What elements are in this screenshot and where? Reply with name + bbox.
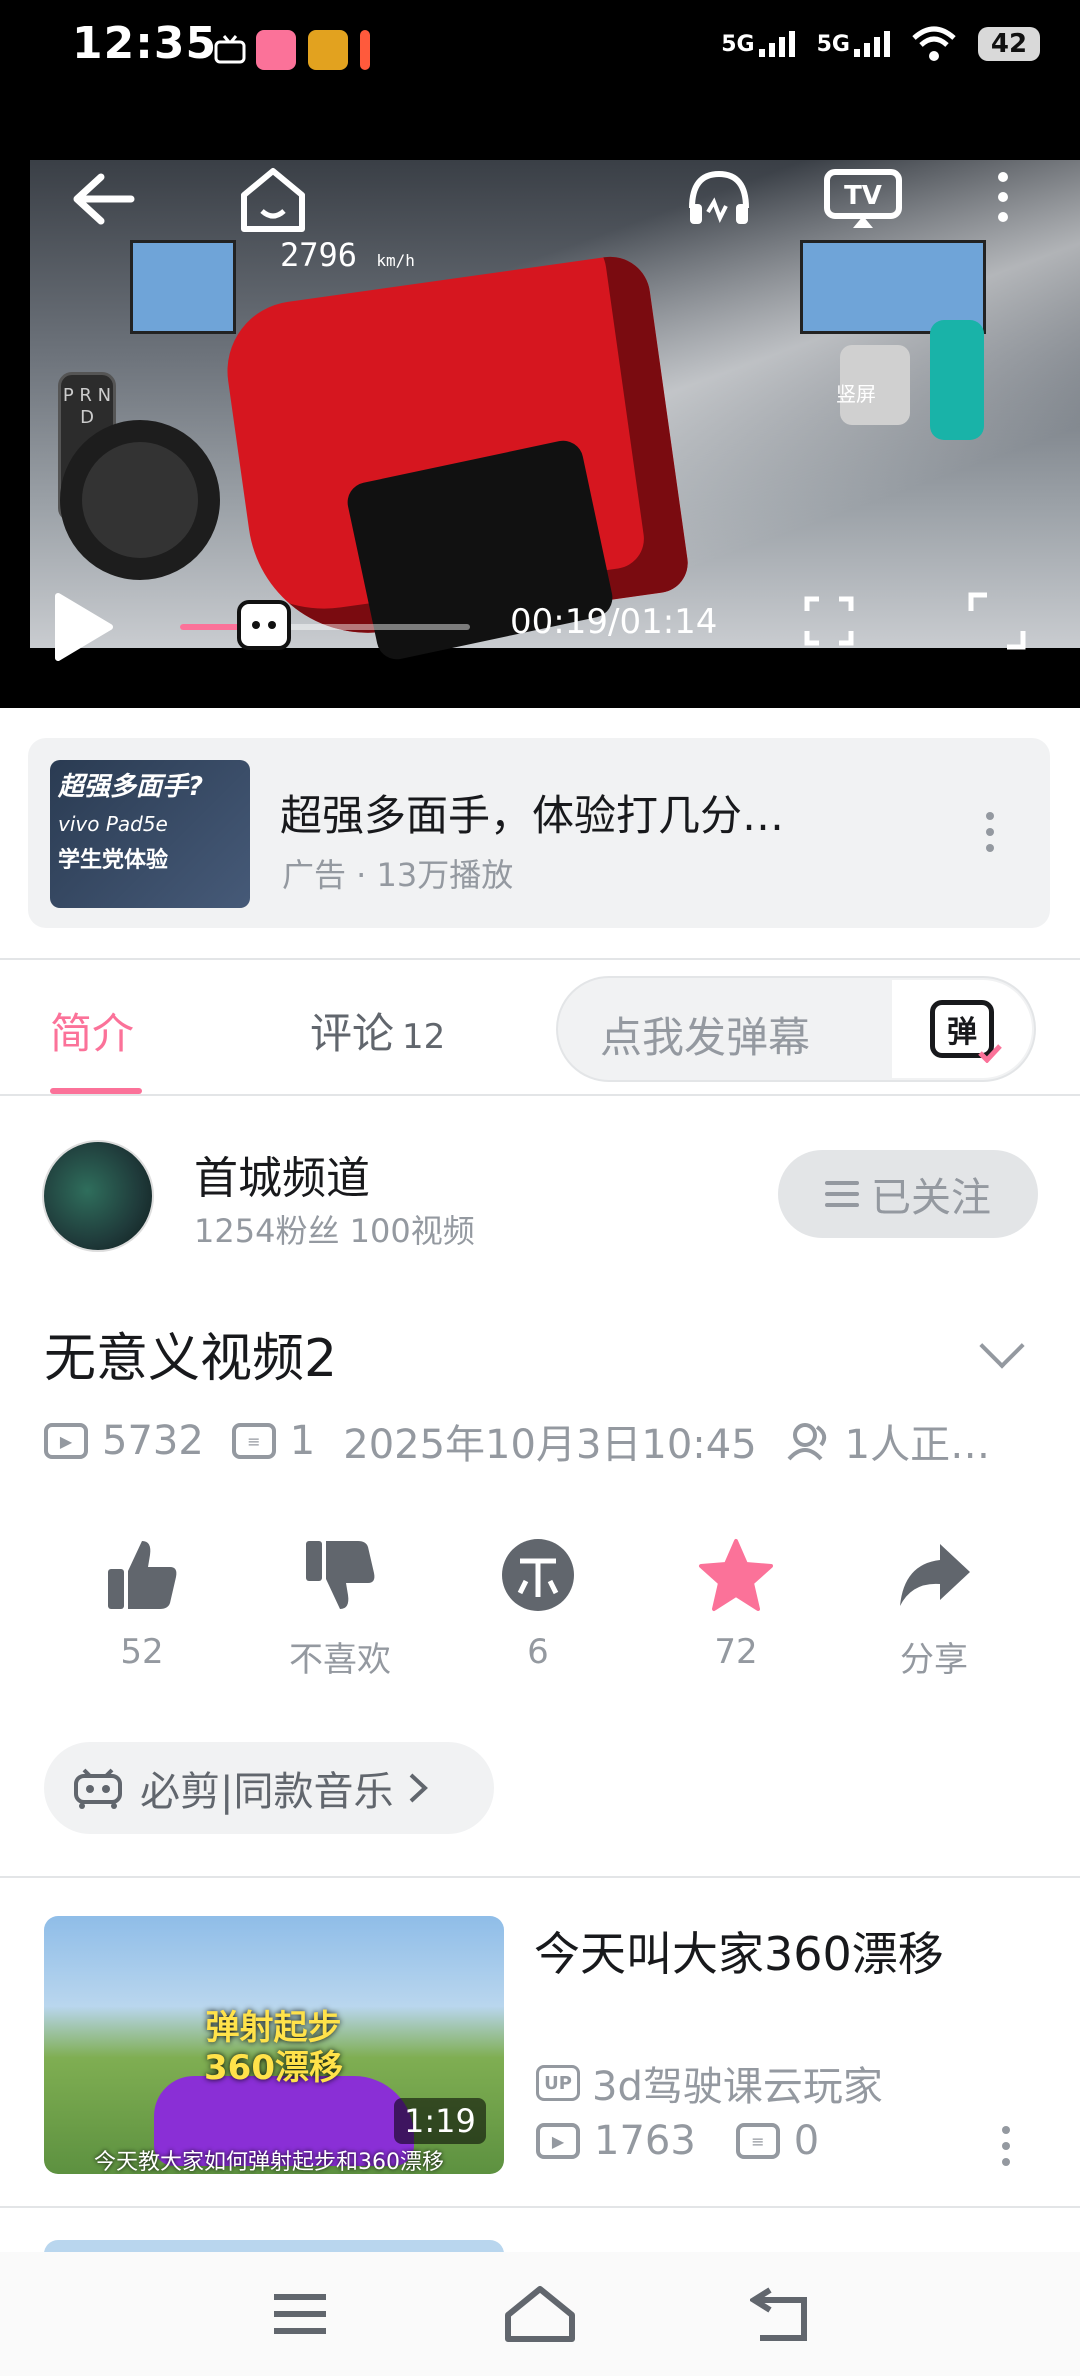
notification-app-icon: [360, 30, 370, 70]
related-video-uploader[interactable]: UP 3d驾驶课云玩家: [536, 2054, 883, 2112]
thumbnail-caption: 今天教大家如何弹射起步和360漂移: [94, 2150, 444, 2174]
battery-icon: 42: [978, 27, 1040, 61]
cast-tv-icon[interactable]: TV: [820, 160, 906, 242]
more-menu-icon[interactable]: [998, 172, 1008, 222]
uploader-stats: 1254粉丝 100视频: [194, 1212, 475, 1250]
coin-button[interactable]: 6: [458, 1530, 618, 1672]
ad-thumb-line: vivo Pad5e: [58, 812, 168, 836]
danmaku-count: 1: [289, 1418, 316, 1464]
related-danmaku-count: 0: [793, 2118, 820, 2164]
share-button[interactable]: 分享: [854, 1530, 1014, 1681]
like-button[interactable]: 52: [62, 1530, 222, 1672]
viewers-icon: [787, 1423, 826, 1461]
portrait-label: 竖屏: [836, 382, 876, 406]
related-view-count: 1763: [594, 2118, 696, 2164]
music-pill[interactable]: 必剪|同款音乐: [44, 1742, 494, 1834]
publish-date: 2025年10月3日10:45: [343, 1422, 757, 1468]
bicut-icon: [74, 1768, 122, 1809]
related-video-stats: ▶ 1763 ≡ 0: [536, 2118, 819, 2164]
danmaku-count-icon: ≡: [231, 1423, 276, 1459]
svg-text:TV: TV: [844, 181, 882, 211]
danmaku-placeholder: 点我发弹幕: [600, 1013, 811, 1062]
music-pill-label: 必剪|同款音乐: [140, 1769, 394, 1815]
follow-label: 已关注: [871, 1175, 991, 1221]
dislike-label: 不喜欢: [289, 1640, 391, 1680]
coin-icon: [458, 1530, 618, 1620]
watching-count: 1人正…: [844, 1422, 991, 1468]
tab-comments[interactable]: 评论 12: [310, 1000, 445, 1061]
uploader-avatar[interactable]: [42, 1140, 154, 1252]
ad-thumbnail[interactable]: 超强多面手? vivo Pad5e 学生党体验: [50, 760, 250, 908]
signal-icon: 5G: [721, 31, 795, 57]
view-count: 5732: [102, 1418, 204, 1464]
like-icon: [62, 1530, 222, 1620]
headphones-icon[interactable]: [676, 160, 762, 242]
video-title: 无意义视频2: [44, 1329, 338, 1389]
uploader-name[interactable]: 首城频道: [194, 1142, 370, 1206]
thumbnail-overlay-text: 弹射起步 360漂移: [204, 2008, 343, 2088]
video-player[interactable]: P R N D 竖屏 2796 km/h TV 00:19/01:14: [0, 160, 1080, 708]
ad-thumb-line: 学生党体验: [58, 848, 169, 873]
share-label: 分享: [900, 1640, 968, 1680]
chevron-down-icon[interactable]: [979, 1323, 1025, 1369]
gas-pedal: [930, 320, 984, 440]
signal-icon: 5G: [817, 31, 890, 57]
notification-app-icon: [308, 30, 348, 70]
status-right: 5G 5G 42: [721, 26, 1040, 62]
views-icon: ▶: [44, 1423, 88, 1459]
favorite-count: 72: [714, 1632, 758, 1672]
progress-thumb[interactable]: [237, 600, 291, 650]
danmaku-settings-button[interactable]: 弹: [892, 980, 1032, 1078]
dislike-icon: [260, 1530, 420, 1620]
divider: [0, 2206, 1080, 2208]
dislike-button[interactable]: 不喜欢: [260, 1530, 420, 1681]
tv-app-icon: [210, 30, 250, 70]
back-nav-icon[interactable]: [740, 2284, 820, 2344]
coin-count: 6: [527, 1632, 549, 1672]
divider: [0, 1876, 1080, 1878]
video-meta: ▶ 5732 ≡ 1 2025年10月3日10:45 1人正…: [44, 1412, 990, 1470]
fullscreen-icon[interactable]: [954, 578, 1040, 664]
share-icon: [854, 1530, 1014, 1620]
mirror-view: [130, 240, 236, 334]
back-arrow-icon[interactable]: [60, 160, 146, 242]
home-icon[interactable]: [230, 160, 316, 242]
time-readout: 00:19/01:14: [510, 602, 718, 642]
bilibili-app-icon: [256, 30, 296, 70]
danmaku-tv-icon: 弹: [930, 1000, 1002, 1063]
home-nav-icon[interactable]: [500, 2284, 580, 2344]
play-icon[interactable]: [50, 592, 114, 666]
related-uploader-name: 3d驾驶课云玩家: [592, 2064, 883, 2110]
wifi-icon: [912, 26, 956, 61]
related-more-icon[interactable]: [1002, 2126, 1010, 2166]
tab-intro[interactable]: 简介: [50, 1000, 134, 1061]
ad-subtitle: 广告 · 13万播放: [282, 856, 514, 894]
up-badge-icon: UP: [536, 2065, 580, 2101]
favorite-icon: [656, 1530, 816, 1620]
danmaku-count-icon: ≡: [735, 2123, 780, 2159]
comments-count: 12: [402, 1017, 446, 1057]
related-video-title[interactable]: 今天叫大家360漂移: [534, 1918, 944, 1984]
tab-comments-label: 评论: [310, 1009, 395, 1058]
divider: [0, 1094, 1080, 1096]
ad-title[interactable]: 超强多面手，体验打几分…: [280, 782, 784, 843]
menu-icon: [825, 1181, 859, 1207]
like-count: 52: [120, 1632, 164, 1672]
steering-wheel: [60, 420, 220, 580]
favorite-button[interactable]: 72: [656, 1530, 816, 1672]
divider: [0, 958, 1080, 960]
recent-apps-icon[interactable]: [260, 2284, 340, 2344]
follow-button[interactable]: 已关注: [778, 1150, 1038, 1238]
fullscreen-corners-icon[interactable]: [786, 578, 872, 664]
ad-thumb-title: 超强多面手?: [58, 772, 204, 802]
views-icon: ▶: [536, 2123, 580, 2159]
video-duration: 1:19: [394, 2098, 486, 2144]
status-time: 12:35: [72, 18, 218, 69]
ad-more-icon[interactable]: [986, 812, 994, 852]
chevron-right-icon: [410, 1773, 429, 1803]
